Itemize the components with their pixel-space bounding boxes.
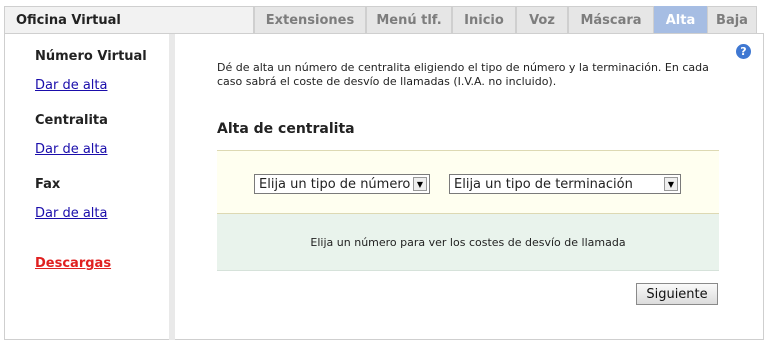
tab-mascara[interactable]: Máscara [568,6,654,33]
app-header: Oficina Virtual [4,6,254,33]
tab-inicio[interactable]: Inicio [452,6,516,33]
next-button[interactable]: Siguiente [636,283,718,305]
sidebar-link-fax-alta[interactable]: Dar de alta [35,206,107,221]
tab-extensiones[interactable]: Extensiones [254,6,366,33]
tab-voz[interactable]: Voz [516,6,568,33]
cost-message: Elija un número para ver los costes de d… [217,214,719,271]
sidebar-link-descargas[interactable]: Descargas [35,256,111,271]
tab-menu-tlf[interactable]: Menú tlf. [366,6,452,33]
sidebar-link-centralita-alta[interactable]: Dar de alta [35,142,107,157]
tab-baja[interactable]: Baja [707,6,757,33]
dropdown-arrow-icon: ▼ [664,177,678,191]
number-type-select-value: Elija un tipo de número [259,176,411,192]
cost-message-text: Elija un número para ver los costes de d… [310,235,626,249]
selection-area: Elija un tipo de número ▼ Elija un tipo … [217,150,719,214]
tab-alta[interactable]: Alta [654,6,707,33]
intro-text: Dé de alta un número de centralita eligi… [217,61,709,88]
sidebar: Número Virtual Dar de alta Centralita Da… [4,34,169,340]
termination-type-select[interactable]: Elija un tipo de terminación ▼ [449,174,681,194]
termination-type-select-value: Elija un tipo de terminación [454,176,633,192]
number-type-select[interactable]: Elija un tipo de número ▼ [254,174,430,194]
main-panel: ? Dé de alta un número de centralita eli… [175,34,764,340]
sidebar-link-numero-virtual-alta[interactable]: Dar de alta [35,78,107,93]
app-title: Oficina Virtual [16,13,121,28]
sidebar-heading-centralita: Centralita [35,113,108,128]
sidebar-heading-fax: Fax [35,177,61,192]
sidebar-heading-numero-virtual: Número Virtual [35,49,147,64]
dropdown-arrow-icon: ▼ [413,177,427,191]
question-icon[interactable]: ? [736,44,751,59]
section-title: Alta de centralita [217,121,355,137]
